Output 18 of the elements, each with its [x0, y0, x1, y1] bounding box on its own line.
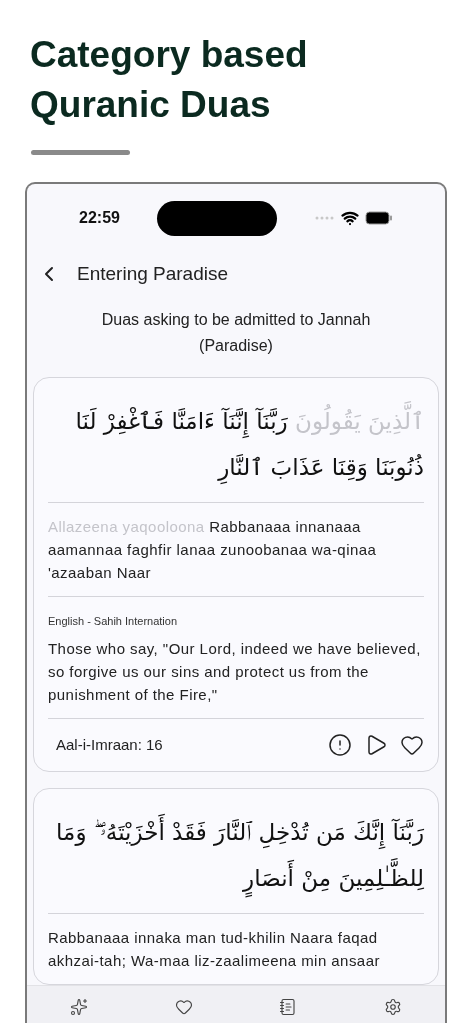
notebook-icon[interactable]: [279, 998, 298, 1016]
signal-icon: [315, 216, 335, 220]
page-heading: Category based Quranic Duas: [29, 33, 309, 127]
battery-icon: [365, 211, 393, 225]
screen-title: Entering Paradise: [77, 262, 229, 286]
verse-reference: Aal-i-Imraan: 16: [56, 734, 163, 755]
translation-text: Those who say, "Our Lord, indeed we have believed, so forgive us our sins and protect us from the punishment of the Fire,": [48, 639, 422, 705]
translation-source: English - Sahih Internation: [48, 613, 179, 629]
wifi-icon: [341, 209, 359, 227]
settings-icon[interactable]: [383, 998, 402, 1016]
category-description: Duas asking to be admitted to Jannah (Paradise): [100, 309, 372, 356]
heart-icon[interactable]: [174, 998, 193, 1016]
info-icon[interactable]: [328, 733, 352, 757]
arabic-verse: رَبَّنَآ إِنَّكَ مَن تُدْخِلِ ٱلنَّارَ فَقَدْ أَخْزَيْتَهُۥ ۖ وَمَا لِلظَّـٰلِمِينَ مِنْ أَنصَارٍ: [48, 789, 424, 913]
transliteration-text: Rabbanaaa innaka man tud-khilin Naara faqad akhzai-tah; Wa-maa liz-zaalimeena min ansaar: [48, 928, 381, 971]
status-time: 22:59: [79, 208, 120, 228]
heart-icon[interactable]: [400, 733, 424, 757]
sparkle-icon[interactable]: [70, 998, 89, 1016]
